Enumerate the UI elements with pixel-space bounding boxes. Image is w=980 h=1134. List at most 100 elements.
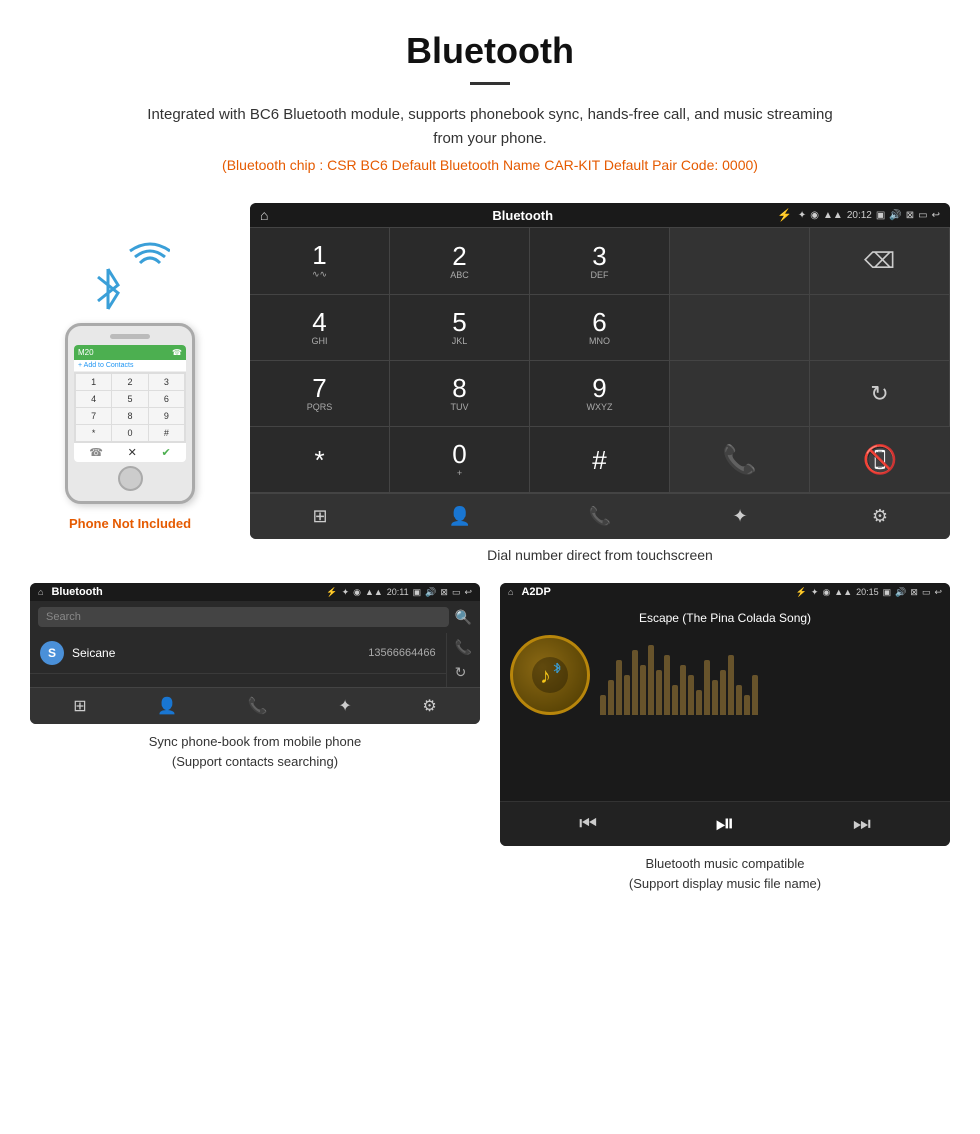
music-close-icon[interactable]: ⊠ [910, 587, 918, 598]
pb-nav-contacts[interactable]: 👤 [157, 696, 177, 716]
page-specs: (Bluetooth chip : CSR BC6 Default Blueto… [20, 157, 960, 173]
dial-key-7[interactable]: 7 PQRS [250, 361, 390, 427]
main-content: M20☎ + Add to Contacts 1 2 3 4 5 6 7 8 9… [0, 203, 980, 579]
pb-right-icons: 📞 ↻ [446, 633, 480, 687]
dial-backspace-cell[interactable]: ⌫ [810, 228, 950, 295]
home-icon[interactable]: ⌂ [260, 207, 268, 223]
phone-key-6[interactable]: 6 [149, 391, 184, 407]
phone-speaker [110, 334, 150, 339]
title-divider [470, 82, 510, 85]
pb-search-placeholder: Search [46, 611, 81, 623]
pb-status-bar: ⌂ Bluetooth ⚡ ✦ ◉ ▲▲ 20:11 ▣ 🔊 ⊠ ▭ ↩ [30, 583, 480, 601]
dial-key-0[interactable]: 0 + [390, 427, 530, 493]
music-rewind-btn[interactable]: ⏮ [579, 813, 597, 836]
dial-key-hash[interactable]: # [530, 427, 670, 493]
phone-key-1[interactable]: 1 [76, 374, 111, 390]
refresh-icon: ↻ [870, 381, 888, 407]
pb-usb-icon: ⚡ [326, 587, 337, 598]
dial-number-7: 7 [312, 375, 326, 401]
pb-caption-2: (Support contacts searching) [172, 754, 338, 769]
pb-search-bar[interactable]: Search [38, 607, 449, 627]
dial-key-3[interactable]: 3 DEF [530, 228, 670, 295]
end-call-icon: 📵 [863, 443, 898, 476]
dial-call-cell[interactable]: 📞 [670, 427, 810, 493]
pb-nav-bt[interactable]: ✦ [338, 696, 351, 716]
phone-add-contact: + Add to Contacts [74, 360, 186, 372]
pb-contact-number: 13566664466 [368, 647, 435, 659]
phone-key-0[interactable]: 0 [112, 425, 147, 441]
dial-key-4[interactable]: 4 GHI [250, 295, 390, 361]
dial-key-6[interactable]: 6 MNO [530, 295, 670, 361]
music-bt-icon: ✦ [811, 587, 819, 598]
nav-bluetooth[interactable]: ✦ [670, 494, 810, 539]
nav-dialpad[interactable]: ⊞ [250, 494, 390, 539]
pb-home-icon[interactable]: ⌂ [38, 587, 43, 597]
music-album-art: ♪ [510, 635, 590, 715]
back-icon[interactable]: ↩ [932, 210, 940, 221]
svg-text:♪: ♪ [540, 663, 551, 688]
dial-key-9[interactable]: 9 WXYZ [530, 361, 670, 427]
dial-key-1[interactable]: 1 ∿∿ [250, 228, 390, 295]
nav-calls[interactable]: 📞 [530, 494, 670, 539]
music-main-area: ♪ [510, 635, 940, 715]
viz-bar [696, 690, 702, 715]
dial-key-5[interactable]: 5 JKL [390, 295, 530, 361]
music-caption-1: Bluetooth music compatible [646, 856, 805, 871]
viz-bar [728, 655, 734, 715]
phone-key-7[interactable]: 7 [76, 408, 111, 424]
music-win-icon: ▭ [922, 587, 931, 598]
viz-bar [720, 670, 726, 715]
dial-end-cell[interactable]: 📵 [810, 427, 950, 493]
pb-caption-1: Sync phone-book from mobile phone [149, 734, 361, 749]
pb-loc-icon: ◉ [353, 587, 361, 598]
phone-key-hash[interactable]: # [149, 425, 184, 441]
pb-close-icon[interactable]: ⊠ [440, 587, 448, 598]
pb-back-icon[interactable]: ↩ [464, 587, 472, 598]
music-song-title: Escape (The Pina Colada Song) [510, 611, 940, 625]
bt-status-icon: ✦ [798, 210, 806, 221]
music-cam-icon: ▣ [883, 587, 892, 598]
viz-bar [600, 695, 606, 715]
phone-key-star[interactable]: * [76, 425, 111, 441]
dial-empty-3-4 [670, 361, 810, 427]
page-title: Bluetooth [20, 30, 960, 72]
dial-number-hash: # [592, 447, 606, 473]
phone-key-2[interactable]: 2 [112, 374, 147, 390]
pb-right-phone-icon[interactable]: 📞 [455, 639, 472, 656]
pb-contact-avatar: S [40, 641, 64, 665]
close-icon[interactable]: ⊠ [906, 210, 914, 221]
music-back-icon[interactable]: ↩ [934, 587, 942, 598]
nav-contacts[interactable]: 👤 [390, 494, 530, 539]
dial-empty-mid-2 [810, 295, 950, 361]
phone-key-3[interactable]: 3 [149, 374, 184, 390]
pb-nav-dialpad[interactable]: ⊞ [73, 696, 86, 716]
pb-right-refresh-icon[interactable]: ↻ [455, 664, 472, 681]
dial-key-8[interactable]: 8 TUV [390, 361, 530, 427]
screen-title: Bluetooth [274, 208, 770, 223]
dial-letters-1: ∿∿ [312, 269, 327, 280]
pb-vol-icon: 🔊 [425, 587, 436, 598]
phone-key-8[interactable]: 8 [112, 408, 147, 424]
viz-bar [712, 680, 718, 715]
phone-key-4[interactable]: 4 [76, 391, 111, 407]
dial-key-2[interactable]: 2 ABC [390, 228, 530, 295]
pb-nav-calls[interactable]: 📞 [248, 696, 268, 716]
phone-key-9[interactable]: 9 [149, 408, 184, 424]
dial-number-3: 3 [592, 243, 606, 269]
nav-settings[interactable]: ⚙ [810, 494, 950, 539]
dial-refresh-cell[interactable]: ↻ [810, 361, 950, 427]
viz-bar [648, 645, 654, 715]
pb-search-icon[interactable]: 🔍 [455, 609, 472, 626]
pb-nav-settings[interactable]: ⚙ [422, 696, 436, 716]
camera-icon: ▣ [876, 210, 885, 221]
phone-key-5[interactable]: 5 [112, 391, 147, 407]
music-home-icon[interactable]: ⌂ [508, 587, 513, 597]
dial-empty-top [670, 228, 810, 295]
pb-contact-row[interactable]: S Seicane 13566664466 [30, 633, 446, 674]
dial-key-star[interactable]: * [250, 427, 390, 493]
phone-home-button[interactable] [118, 466, 143, 491]
music-play-pause-btn[interactable]: ⏯ [715, 810, 734, 838]
music-forward-btn[interactable]: ⏭ [853, 813, 871, 836]
phone-mockup: M20☎ + Add to Contacts 1 2 3 4 5 6 7 8 9… [65, 323, 195, 504]
pb-win-icon: ▭ [452, 587, 461, 598]
